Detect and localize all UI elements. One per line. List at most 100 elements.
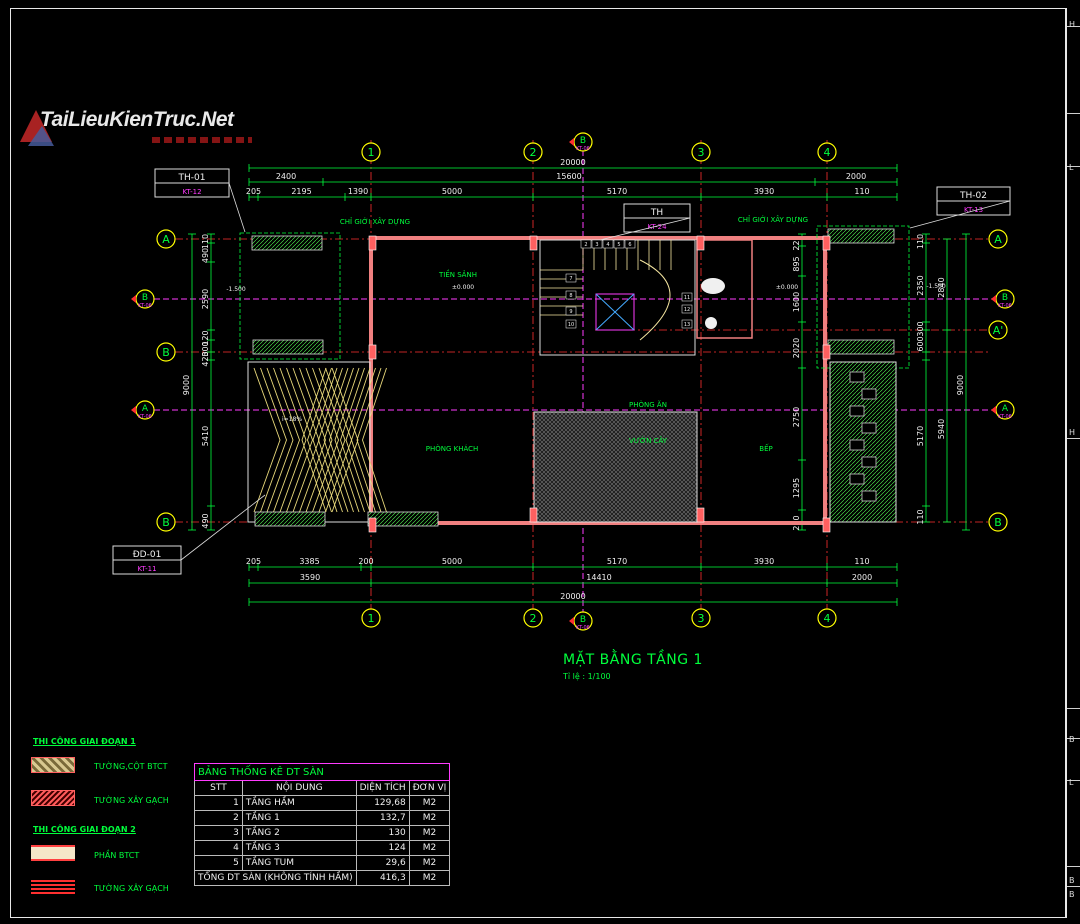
callout-th01-title: TH-01 — [178, 173, 206, 183]
setback-label-right: CHỈ GIỚI XÂY DỰNG — [738, 215, 808, 224]
stair-core — [539, 239, 696, 356]
stair-curve — [639, 259, 671, 341]
table-header: NỘI DUNG — [241, 780, 357, 796]
sink-fixture — [705, 317, 717, 329]
plan-scale: Tỉ lệ : 1/100 — [563, 672, 611, 681]
garden-area — [533, 411, 698, 523]
cell-stt: 5 — [194, 855, 243, 871]
wall-right — [823, 236, 827, 525]
table-row: 5 TẦNG TUM 29,6 M2 — [194, 855, 451, 871]
axis-tag-bottom-arrow — [569, 617, 574, 625]
cell-name: TẦNG 3 — [241, 840, 357, 856]
ramp-line — [253, 367, 281, 513]
axis-bubble-top-1-label: 1 — [368, 146, 375, 159]
dim-left-inner-text: 420 — [201, 351, 210, 366]
axis-bubble-bottom-4-label: 4 — [824, 612, 831, 625]
dim-right-inner-text: 895 — [792, 256, 801, 271]
callout-dd01-leader — [180, 494, 266, 561]
cell-unit: M2 — [408, 825, 451, 841]
dim-left-inner-text: 5410 — [201, 426, 210, 446]
planter — [827, 339, 895, 355]
dim-right-mid-text: 5170 — [916, 426, 925, 446]
axis-tag-left-1-arrow — [131, 295, 136, 303]
axis-bubble-left-label: B — [162, 516, 170, 529]
dim-left-outer-text: 9000 — [182, 375, 191, 395]
dim-top-overall-text: 20000 — [560, 158, 585, 167]
cell-area: 130 — [355, 825, 410, 841]
axis-tag-left-1-label: B — [142, 293, 148, 303]
dim-bottom-row2-text: 14410 — [586, 573, 611, 582]
axis-tag-right-1-label: B — [1002, 293, 1008, 303]
dim-bottom-row2-text: 2000 — [852, 573, 872, 582]
legend-swatch-concrete-phase2 — [31, 845, 75, 861]
axis-tag-bottom-ref: KT-06 — [576, 625, 590, 631]
dim-bottom-overall-text: 20000 — [560, 592, 585, 601]
axis-tag-bottom-label: B — [580, 615, 586, 625]
dim-right-inner-text: 2020 — [792, 338, 801, 358]
ramp-line — [362, 367, 387, 513]
axis-bubble-left-label: B — [162, 346, 170, 359]
axis-tag-right-2-arrow — [991, 406, 996, 414]
dim-right-mid-text: 2350 — [916, 275, 925, 295]
column — [368, 235, 377, 251]
wall-top — [371, 236, 827, 240]
room-level-tien-sanh: ±0.000 — [452, 284, 474, 291]
room-label-bep: BẾP — [759, 443, 772, 453]
dim-top-row1-text: 15600 — [556, 172, 581, 181]
axis-tag-right-1-arrow — [991, 295, 996, 303]
stepping-stone — [861, 456, 877, 468]
dim-bottom-row1-text: 205 — [246, 557, 261, 566]
level-mark: ±0.000 — [776, 284, 798, 291]
cell-unit: M2 — [408, 810, 451, 826]
cell-total-label: TỔNG DT SÀN (KHÔNG TÍNH HẦM) — [194, 870, 357, 886]
plan-title: MẶT BẰNG TẦNG 1 — [563, 652, 703, 668]
cell-unit: M2 — [408, 795, 451, 811]
dim-bottom-row1-text: 3930 — [754, 557, 774, 566]
column — [368, 517, 377, 533]
dim-bottom-row2-text: 3590 — [300, 573, 320, 582]
legend-swatch-concrete — [31, 757, 75, 773]
table-header: ĐƠN VỊ — [408, 780, 451, 796]
column — [368, 344, 377, 360]
cell-area: 29,6 — [355, 855, 410, 871]
stair-number: 11 — [684, 295, 690, 301]
dim-right-outer-text: 9000 — [956, 375, 965, 395]
dim-right-mid-text: 600 — [916, 336, 925, 351]
dim-right-mid-text: 110 — [916, 509, 925, 524]
legend-label: TƯỜNG XÂY GẠCH — [94, 796, 169, 805]
callout-th01-ref: KT-12 — [182, 188, 201, 196]
column — [822, 235, 831, 251]
callout-dd01-title: ĐD-01 — [133, 550, 162, 560]
table-row: 4 TẦNG 3 124 M2 — [194, 840, 451, 856]
cell-unit: M2 — [408, 840, 451, 856]
axis-bubble-bottom-1-label: 1 — [368, 612, 375, 625]
dim-bottom-row1-text: 3385 — [299, 557, 319, 566]
dim-right-inner-text: 1600 — [792, 292, 801, 312]
cad-drawing-viewport[interactable]: HLHBLBB TaiLieuKienTruc.Net 20000 2400 156… — [0, 0, 1080, 924]
room-label-phong-khach: PHÒNG KHÁCH — [426, 444, 479, 453]
cell-area: 129,68 — [355, 795, 410, 811]
stepping-stone — [849, 371, 865, 383]
dim-top-row2-text: 1390 — [348, 187, 368, 196]
dim-right-inner-text: 1295 — [792, 478, 801, 498]
table-header: STT — [194, 780, 243, 796]
cell-unit: M2 — [408, 855, 451, 871]
cell-stt: 4 — [194, 840, 243, 856]
axis-bubble-top-3-label: 3 — [698, 146, 705, 159]
stair-number: 5 — [617, 242, 620, 248]
level-mark: -1.500 — [226, 286, 246, 293]
stair-number: 2 — [584, 242, 587, 248]
stair-number: 3 — [595, 242, 598, 248]
ramp-label: i=18% — [282, 416, 302, 423]
dim-top-row2-text: 5000 — [442, 187, 462, 196]
axis-bubble-bottom-3-label: 3 — [698, 612, 705, 625]
planter — [827, 228, 895, 244]
stair-number: 13 — [684, 322, 690, 328]
axis-bubble-top-2-label: 2 — [530, 146, 537, 159]
cell-name: TẦNG 1 — [241, 810, 357, 826]
callout-dd01-ref: KT-11 — [137, 565, 156, 573]
axis-bubble-bottom-2-label: 2 — [530, 612, 537, 625]
axis-bubble-right-label: A — [994, 233, 1002, 246]
stepping-stone — [849, 473, 865, 485]
dim-right-mid2-text: 5940 — [937, 419, 946, 439]
